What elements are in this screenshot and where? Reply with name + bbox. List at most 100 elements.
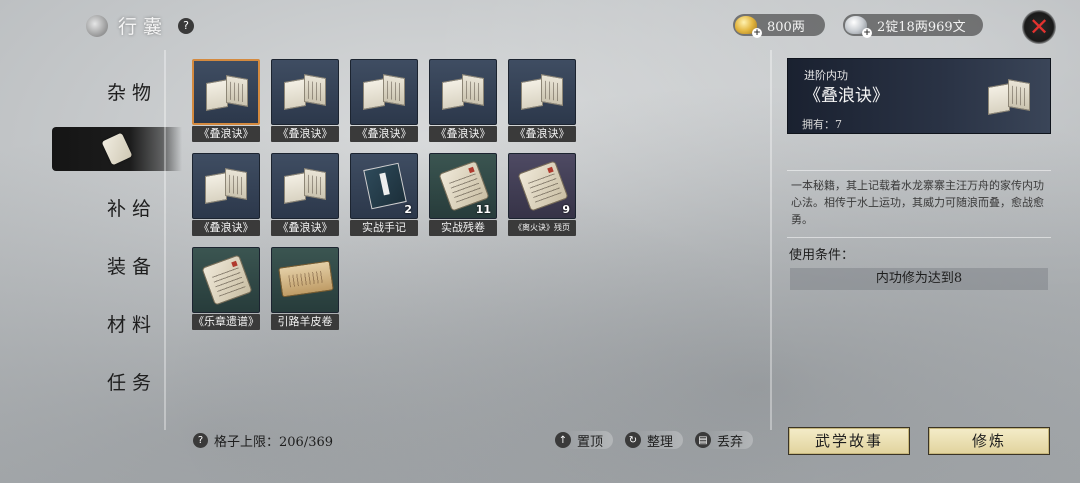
sort-label: 整理 [647,434,674,450]
item-tile[interactable] [271,59,339,125]
item-tile[interactable]: 9 [508,153,576,219]
nav-item-books[interactable] [52,127,182,171]
nav-item-quests[interactable]: 任务 [0,361,165,401]
scroll-icon [201,254,253,306]
capacity-info: ? 格子上限：206/369 [193,431,333,450]
nav-item-label: 装备 [107,255,158,278]
item-name: 《叠浪诀》 [804,86,889,106]
bag-icon [86,14,108,37]
book-icon [988,79,1032,115]
scroll-icon [517,160,569,212]
inventory-slot[interactable]: 《叠浪诀》 [429,59,497,143]
inventory-slot[interactable]: 《乐章遗谱》 [192,247,260,331]
plus-icon[interactable]: + [752,28,762,38]
parchment-icon [278,260,334,298]
silver-currency[interactable]: + 2锭18两969文 [843,14,983,38]
page-title: 行囊 [118,16,169,38]
nav-item-materials[interactable]: 材料 [0,303,165,343]
item-label: 实战手记 [350,220,418,236]
item-count: 11 [475,203,491,216]
item-label: 《叠浪诀》 [192,126,260,142]
divider [787,237,1051,238]
pin-button[interactable]: ↑ 置顶 [555,431,614,450]
silver-amount: 2锭18两969文 [877,19,966,35]
item-tile[interactable] [271,247,339,313]
capacity-label: 格子上限：206/369 [214,435,334,450]
manual-icon [363,162,407,210]
nav-item-label: 材料 [107,313,158,336]
book-icon [205,168,249,204]
train-button[interactable]: 修炼 [928,427,1050,455]
item-label: 《叠浪诀》 [350,126,418,142]
inventory-slot[interactable]: 《叠浪诀》 [192,153,260,237]
inventory-slot[interactable]: 9 《离火诀》残页 [508,153,576,237]
condition-title: 使用条件： [789,248,855,263]
category-nav: 杂物 补给 装备 材料 任务 [0,55,182,483]
pin-label: 置顶 [577,434,604,450]
item-count: 9 [562,203,570,216]
item-tile[interactable] [508,59,576,125]
item-label: 《叠浪诀》 [508,126,576,142]
silver-ingot-icon: + [845,16,872,38]
plus-icon[interactable]: + [862,28,872,38]
book-icon [442,74,486,110]
item-label: 《叠浪诀》 [429,126,497,142]
item-tile[interactable]: 11 [429,153,497,219]
item-description: 一本秘籍，其上记载着水龙寨寨主汪万舟的家传内功心法。相传于水上运功，其威力可随浪… [791,179,1044,226]
trash-icon: ▤ [695,432,711,448]
nav-item-equipment[interactable]: 装备 [0,245,165,285]
nav-item-supplies[interactable]: 补给 [0,187,165,227]
pin-icon: ↑ [555,432,571,448]
item-label: 《叠浪诀》 [271,126,339,142]
item-tile[interactable] [271,153,339,219]
item-label: 实战残卷 [429,220,497,236]
item-label: 《乐章遗谱》 [192,314,260,330]
item-tile[interactable] [192,247,260,313]
book-icon [284,74,328,110]
item-tile[interactable] [192,153,260,219]
inventory-slot[interactable]: 《叠浪诀》 [271,59,339,143]
inventory-slot[interactable]: 《叠浪诀》 [350,59,418,143]
nav-item-label: 补给 [107,197,158,220]
item-tile[interactable] [192,59,260,125]
inventory-slot[interactable]: 《叠浪诀》 [192,59,260,143]
item-count: 2 [404,203,412,216]
title-area: 行囊 ? [86,12,195,39]
inventory-slot[interactable]: 引路羊皮卷 [271,247,339,331]
discard-label: 丢弃 [717,434,744,450]
book-icon [284,168,328,204]
nav-item-misc[interactable]: 杂物 [0,71,165,111]
inventory-slot[interactable]: 2 实战手记 [350,153,418,237]
divider [787,170,1051,171]
item-label: 引路羊皮卷 [271,314,339,330]
close-icon: ✕ [1028,13,1050,41]
martial-story-button[interactable]: 武学故事 [788,427,910,455]
item-label: 《叠浪诀》 [192,220,260,236]
scroll-icon [101,132,133,166]
inventory-slot[interactable]: 《叠浪诀》 [271,153,339,237]
help-icon[interactable]: ? [178,17,195,34]
gold-amount: 800两 [767,19,805,35]
item-tile[interactable] [429,59,497,125]
item-tile[interactable]: 2 [350,153,418,219]
book-icon [521,74,565,110]
nav-item-label: 杂物 [107,81,158,104]
detail-divider [770,50,772,430]
help-icon[interactable]: ? [193,433,208,448]
condition-requirement: 内功修为达到8 [790,268,1048,290]
item-label: 《离火诀》残页 [508,220,576,236]
close-button[interactable]: ✕ [1022,10,1056,44]
book-icon [363,74,407,110]
discard-button[interactable]: ▤ 丢弃 [695,431,754,450]
top-bar: 行囊 ? + 800两 + 2锭18两969文 ✕ [0,0,1080,50]
gold-ingot-icon: + [735,16,762,38]
item-label: 《叠浪诀》 [271,220,339,236]
gold-currency[interactable]: + 800两 [733,14,825,38]
sort-icon: ↻ [625,432,641,448]
sort-button[interactable]: ↻ 整理 [625,431,684,450]
item-owned-count: 拥有：7 [802,118,842,131]
item-tile[interactable] [350,59,418,125]
inventory-slot[interactable]: 11 实战残卷 [429,153,497,237]
nav-divider [164,50,166,430]
inventory-slot[interactable]: 《叠浪诀》 [508,59,576,143]
